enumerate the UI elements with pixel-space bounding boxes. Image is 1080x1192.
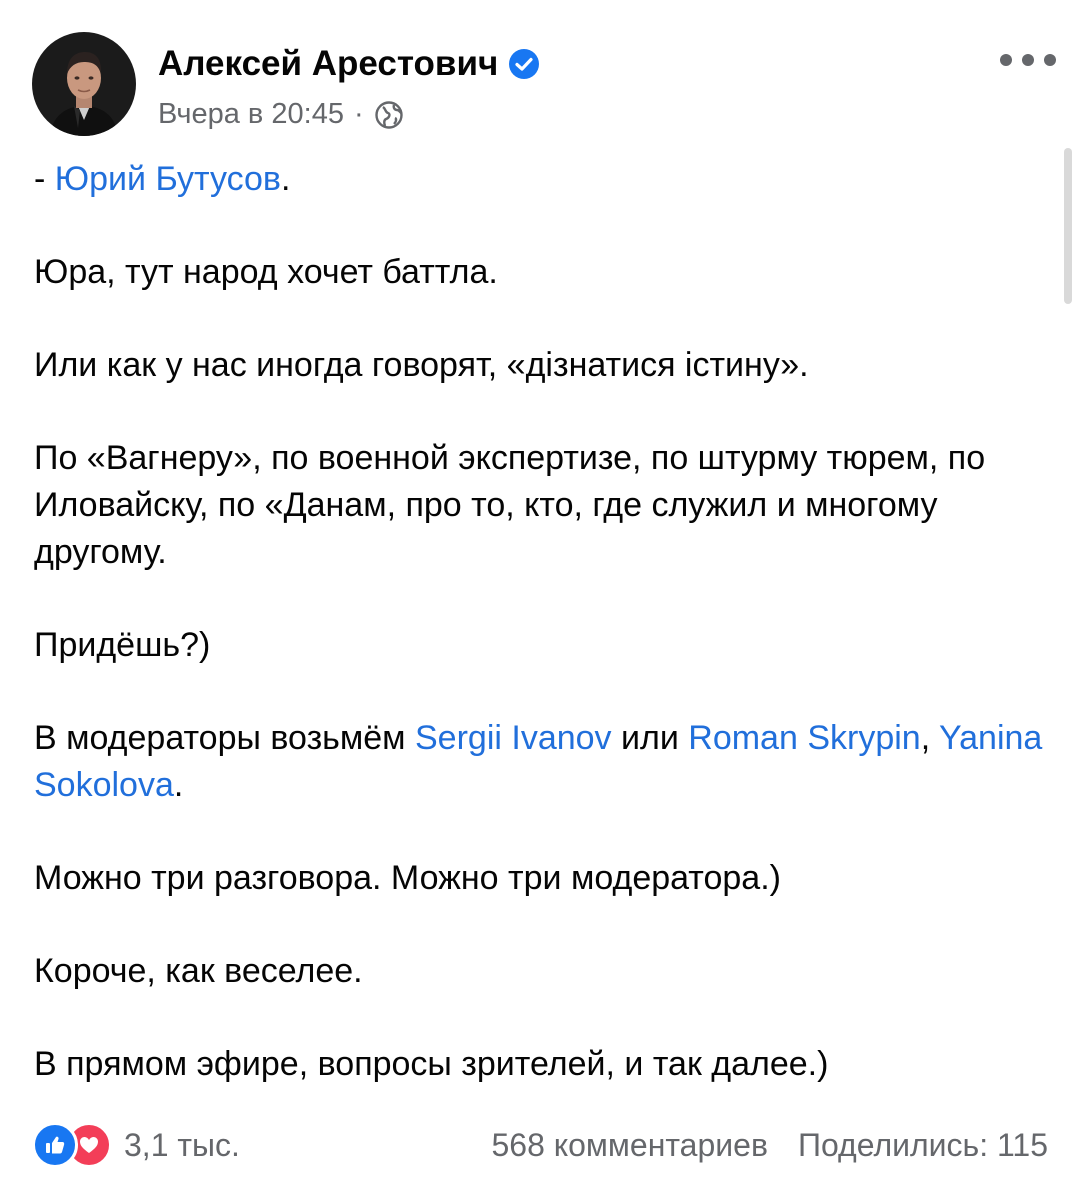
comments-count[interactable]: 568 комментариев [491,1127,767,1164]
post-timestamp[interactable]: Вчера в 20:45 [158,98,344,131]
mention-link[interactable]: Юрий Бутусов [55,160,281,198]
scrollbar[interactable] [1064,148,1072,304]
post-body: - Юрий Бутусов. Юра, тут народ хочет бат… [34,156,1044,1134]
reactions-summary[interactable]: 3,1 тыс. [32,1122,240,1168]
facebook-post: Алексей Арестович Вчера в 20:45 · - Юрий… [0,0,1080,1192]
text: . [280,160,291,198]
more-dot [1022,54,1034,66]
post-paragraph: Или как у нас иногда говорят, «дізнатися… [34,346,809,384]
like-reaction-icon [32,1122,78,1168]
post-paragraph: Короче, как веселее. [34,952,363,990]
text: или [611,719,689,757]
reactions-count[interactable]: 3,1 тыс. [124,1127,240,1164]
meta-separator: · [353,98,364,130]
post-paragraph: Придёшь?) [34,626,211,664]
text: . [173,766,184,804]
more-dot [1000,54,1012,66]
text: - [34,160,55,198]
post-paragraph: В модераторы возьмём Sergii Ivanov или R… [34,715,1044,809]
globe-icon[interactable] [374,100,404,130]
shares-count[interactable]: Поделились: 115 [798,1127,1048,1164]
author-avatar[interactable] [32,32,136,136]
post-meta: Вчера в 20:45 · [158,98,404,131]
more-options-icon[interactable] [1000,46,1056,74]
author-name[interactable]: Алексей Арестович [158,44,540,84]
post-paragraph: В прямом эфире, вопросы зрителей, и так … [34,1045,829,1083]
author-name-text[interactable]: Алексей Арестович [158,44,498,84]
post-paragraph: Юра, тут народ хочет баттла. [34,253,498,291]
mention-link[interactable]: Roman Skrypin [688,719,920,757]
post-paragraph: По «Вагнеру», по военной экспертизе, по … [34,439,986,571]
post-paragraph: - Юрий Бутусов. [34,156,1044,203]
more-dot [1044,54,1056,66]
post-paragraph: Можно три разговора. Можно три модератор… [34,859,781,897]
post-footer: 3,1 тыс. 568 комментариев Поделились: 11… [32,1118,1048,1172]
text: , [920,719,939,757]
verified-badge-icon [508,48,540,80]
text: В модераторы возьмём [34,719,415,757]
mention-link[interactable]: Sergii Ivanov [415,719,612,757]
